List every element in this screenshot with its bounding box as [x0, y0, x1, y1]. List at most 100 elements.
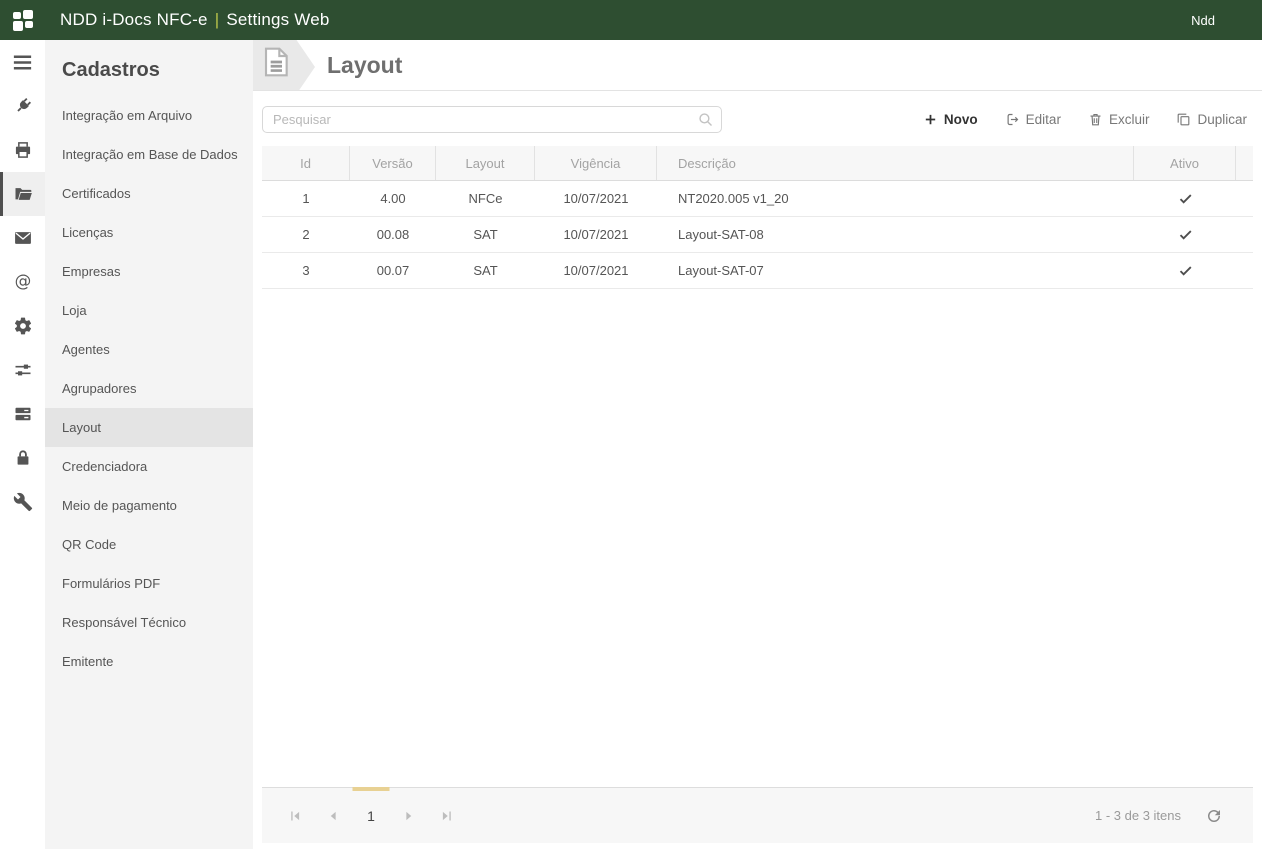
- pager: 1 1 - 3 de 3 itens: [262, 787, 1253, 843]
- gear-icon: [13, 316, 33, 336]
- sidebar-item[interactable]: Meio de pagamento: [45, 486, 253, 525]
- rail-printer-button[interactable]: [0, 128, 45, 172]
- pager-last-button[interactable]: [428, 801, 466, 831]
- column-header[interactable]: Ativo: [1134, 146, 1236, 180]
- table-row[interactable]: 14.00NFCe10/07/2021NT2020.005 v1_20: [262, 181, 1253, 217]
- sidebar-item[interactable]: Integração em Arquivo: [45, 96, 253, 135]
- cell-vigencia: 10/07/2021: [535, 217, 657, 252]
- cell-id: 3: [262, 253, 350, 288]
- table-header: IdVersãoLayoutVigênciaDescriçãoAtivo: [262, 146, 1253, 181]
- sidebar-item[interactable]: Licenças: [45, 213, 253, 252]
- sidebar-item[interactable]: Formulários PDF: [45, 564, 253, 603]
- sidebar-item[interactable]: Responsável Técnico: [45, 603, 253, 642]
- document-icon: [260, 50, 292, 85]
- column-header[interactable]: Id: [262, 146, 350, 180]
- at-sign-icon: @: [13, 272, 33, 292]
- column-header[interactable]: Versão: [350, 146, 436, 180]
- search-input[interactable]: [263, 107, 721, 132]
- rail-server-button[interactable]: [0, 392, 45, 436]
- trash-icon: [1088, 112, 1103, 127]
- app-title-main: NDD i-Docs NFC-e: [60, 10, 208, 29]
- wrench-icon: [13, 492, 33, 512]
- editar-button[interactable]: Editar: [1005, 112, 1061, 127]
- table-row[interactable]: 300.07SAT10/07/2021Layout-SAT-07: [262, 253, 1253, 289]
- rail-sliders-button[interactable]: [0, 348, 45, 392]
- column-header[interactable]: Descrição: [657, 146, 1134, 180]
- icon-rail: @: [0, 40, 45, 849]
- rail-plug-button[interactable]: [0, 84, 45, 128]
- pager-prev-button[interactable]: [314, 801, 352, 831]
- cell-layout: SAT: [436, 253, 535, 288]
- pager-next-button[interactable]: [390, 801, 428, 831]
- sidebar-item[interactable]: Agentes: [45, 330, 253, 369]
- sidebar-item[interactable]: Loja: [45, 291, 253, 330]
- page-title: Layout: [327, 52, 402, 79]
- cell-versao: 4.00: [350, 181, 436, 216]
- sidebar-item[interactable]: Emitente: [45, 642, 253, 681]
- rail-folder-open-button[interactable]: [0, 172, 45, 216]
- rail-lock-button[interactable]: [0, 436, 45, 480]
- pager-current-indicator: [353, 787, 390, 791]
- sidebar-item[interactable]: Agrupadores: [45, 369, 253, 408]
- cell-id: 1: [262, 181, 350, 216]
- rail-at-sign-button[interactable]: @: [0, 260, 45, 304]
- cell-descricao: Layout-SAT-07: [657, 253, 1134, 288]
- pager-current-page[interactable]: 1: [352, 801, 390, 831]
- rail-wrench-button[interactable]: [0, 480, 45, 524]
- column-header[interactable]: Layout: [436, 146, 535, 180]
- app-title-sub: Settings Web: [226, 10, 329, 29]
- cell-layout: SAT: [436, 217, 535, 252]
- sidebar-title: Cadastros: [45, 40, 253, 82]
- app-header: NDD i-Docs NFC-e | Settings Web Ndd: [0, 0, 1262, 40]
- bottom-strip: [262, 843, 1253, 849]
- search-icon[interactable]: [697, 111, 714, 128]
- sidebar-item[interactable]: Empresas: [45, 252, 253, 291]
- sidebar-item[interactable]: Certificados: [45, 174, 253, 213]
- cell-descricao: NT2020.005 v1_20: [657, 181, 1134, 216]
- table-row[interactable]: 200.08SAT10/07/2021Layout-SAT-08: [262, 217, 1253, 253]
- sliders-icon: [13, 360, 33, 380]
- rail-gear-button[interactable]: [0, 304, 45, 348]
- rail-hamburger-menu-button[interactable]: [0, 40, 45, 84]
- refresh-icon[interactable]: [1205, 807, 1223, 825]
- pager-first-button[interactable]: [276, 801, 314, 831]
- user-menu[interactable]: Ndd: [1182, 13, 1224, 28]
- cell-vigencia: 10/07/2021: [535, 181, 657, 216]
- plug-icon: [13, 96, 33, 116]
- row-spacer: [1236, 181, 1253, 216]
- sidebar-item[interactable]: Credenciadora: [45, 447, 253, 486]
- sidebar-item[interactable]: Integração em Base de Dados: [45, 135, 253, 174]
- app-title: NDD i-Docs NFC-e | Settings Web: [60, 10, 330, 30]
- lock-icon: [13, 448, 33, 468]
- duplicar-button[interactable]: Duplicar: [1176, 112, 1247, 127]
- cell-vigencia: 10/07/2021: [535, 253, 657, 288]
- toolbar-actions: Novo Editar Excluir Duplicar: [923, 112, 1253, 127]
- column-header[interactable]: Vigência: [535, 146, 657, 180]
- plus-icon: [923, 112, 938, 127]
- cell-versao: 00.07: [350, 253, 436, 288]
- app-logo-icon[interactable]: [13, 10, 34, 31]
- duplicate-icon: [1176, 112, 1191, 127]
- sidebar-item[interactable]: Layout: [45, 408, 253, 447]
- edit-icon: [1005, 112, 1020, 127]
- svg-text:@: @: [14, 272, 31, 291]
- sidebar-menu: Integração em ArquivoIntegração em Base …: [45, 96, 253, 681]
- sidebar-item[interactable]: QR Code: [45, 525, 253, 564]
- excluir-button[interactable]: Excluir: [1088, 112, 1150, 127]
- cell-descricao: Layout-SAT-08: [657, 217, 1134, 252]
- toolbar: Novo Editar Excluir Duplicar: [262, 105, 1253, 133]
- ativo-check-icon: [1134, 217, 1236, 252]
- folder-open-icon: [13, 184, 33, 204]
- layout-table: IdVersãoLayoutVigênciaDescriçãoAtivo 14.…: [262, 146, 1253, 289]
- column-header-spacer: [1236, 146, 1253, 180]
- app-title-separator: |: [215, 10, 220, 29]
- sidebar: Cadastros Integração em ArquivoIntegraçã…: [45, 40, 253, 849]
- user-name: Ndd: [1191, 13, 1215, 28]
- rail-envelope-button[interactable]: [0, 216, 45, 260]
- ativo-check-icon: [1134, 181, 1236, 216]
- ativo-check-icon: [1134, 253, 1236, 288]
- novo-button[interactable]: Novo: [923, 112, 978, 127]
- main-content: Layout Novo Editar Excluir Duplicar IdVersã…: [253, 40, 1262, 849]
- pager-info: 1 - 3 de 3 itens: [1095, 808, 1181, 823]
- server-icon: [13, 404, 33, 424]
